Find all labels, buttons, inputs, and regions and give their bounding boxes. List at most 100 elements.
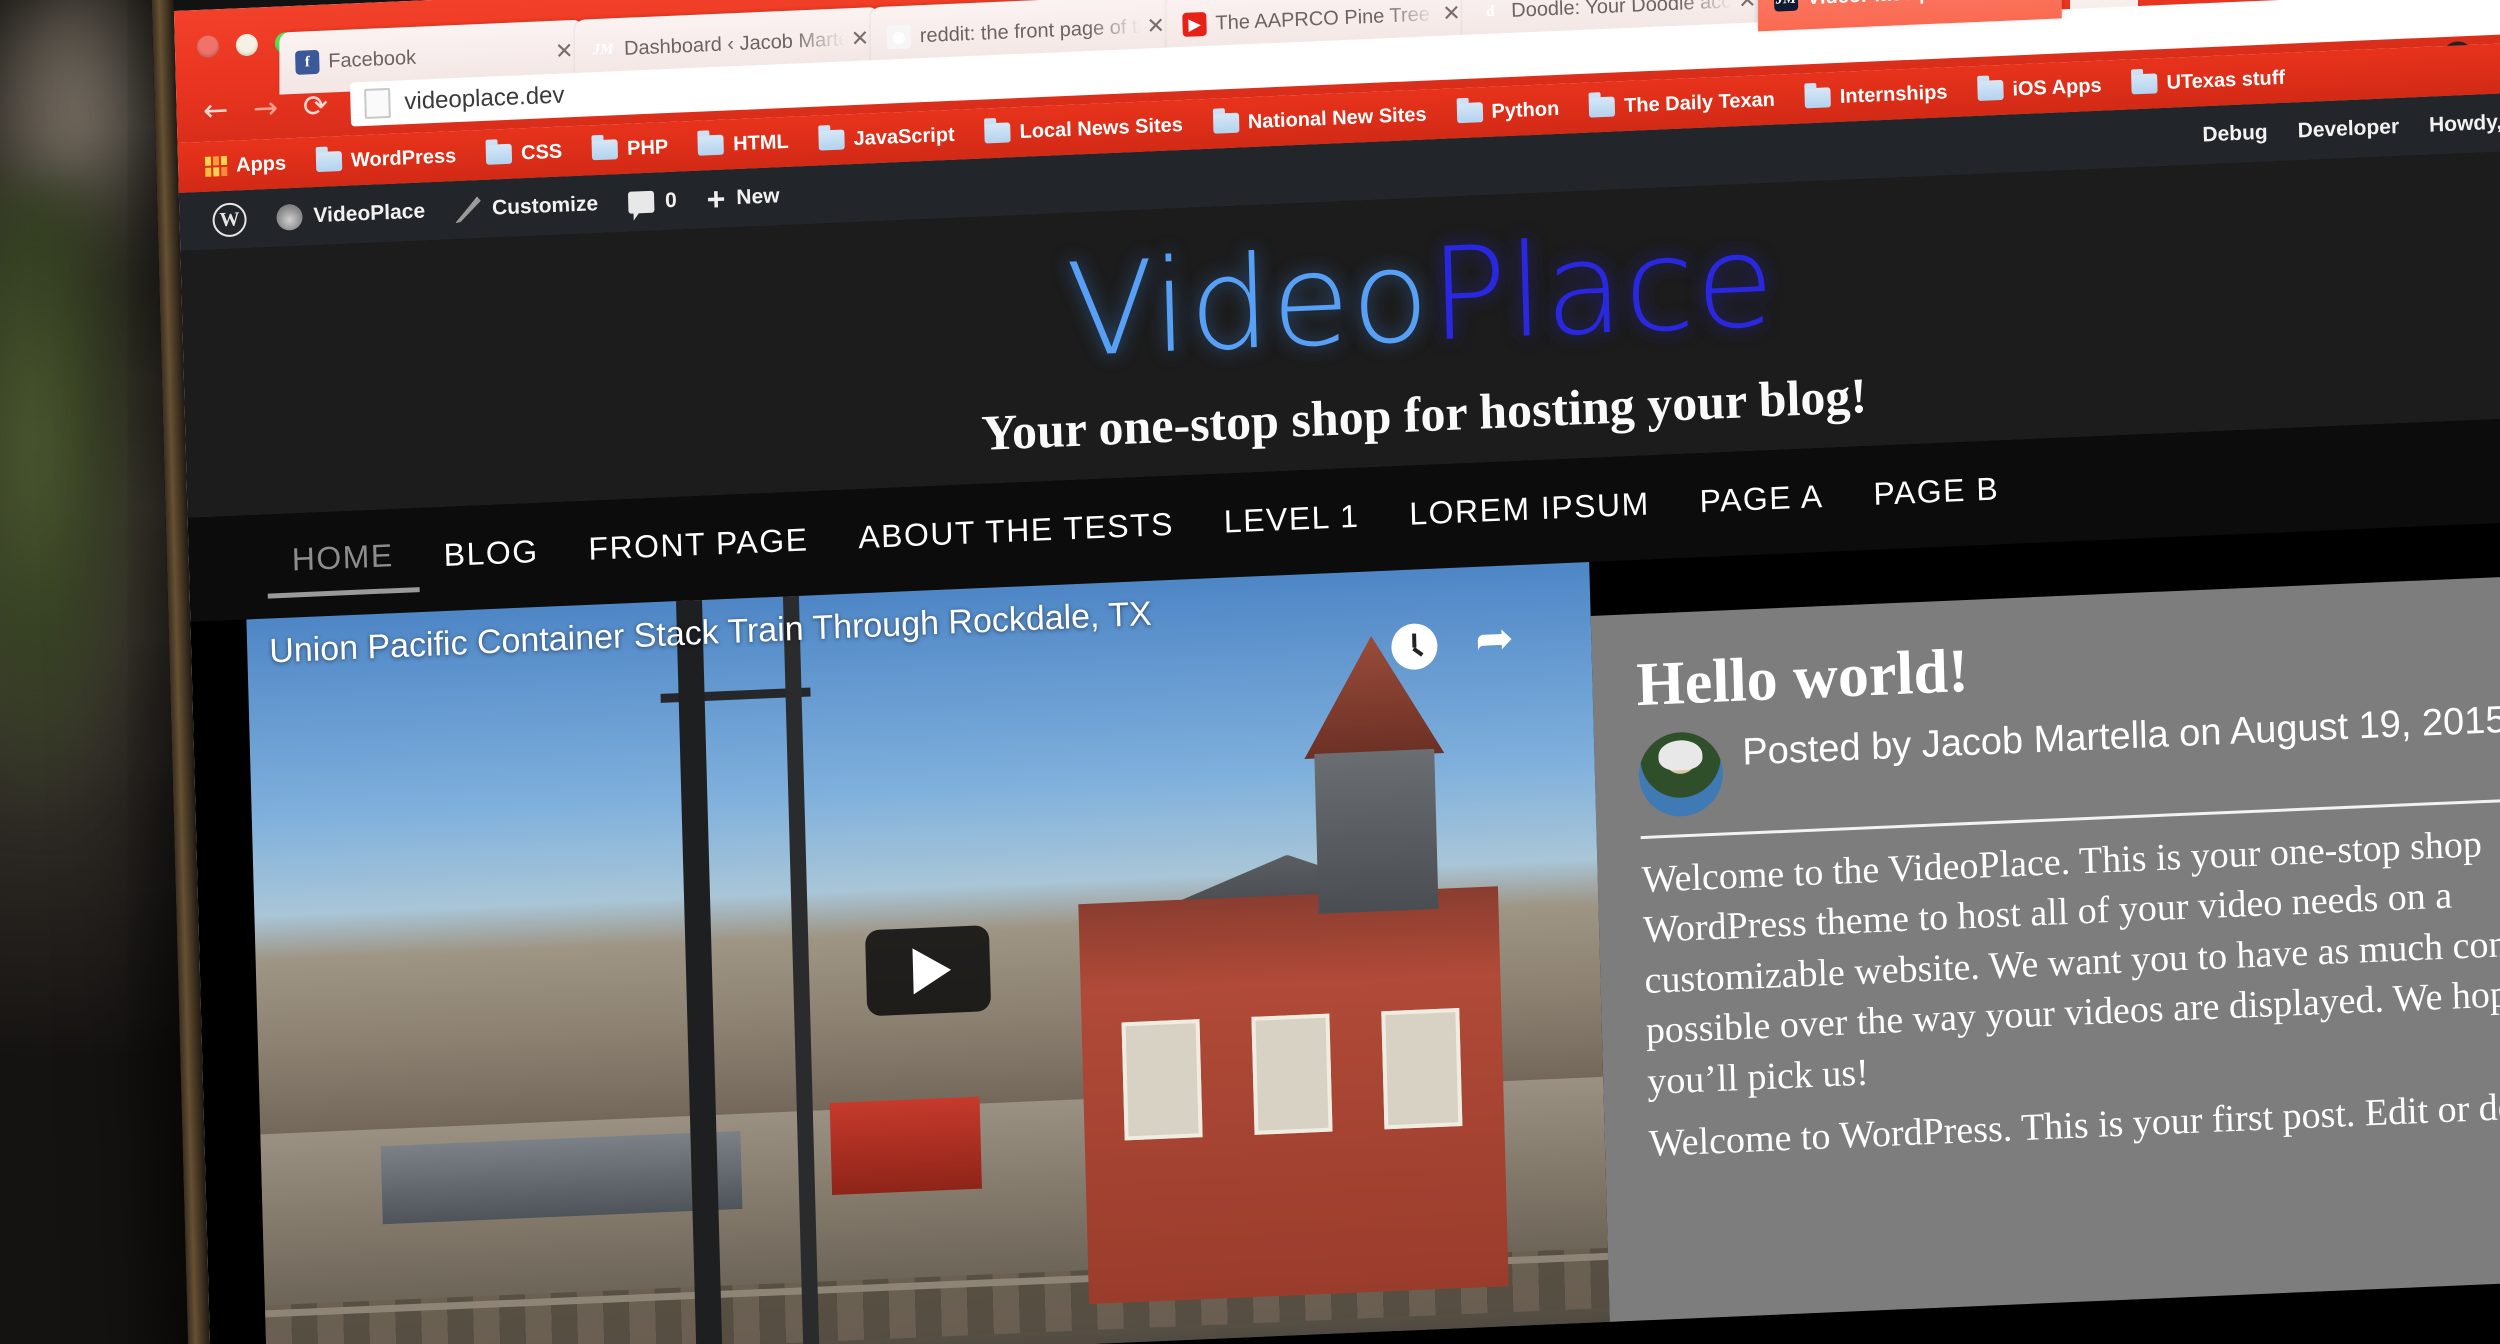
page-info-icon[interactable] <box>364 87 391 119</box>
post-title[interactable]: Hello world! <box>1636 612 2500 718</box>
bookmark-national-new-sites[interactable]: National New Sites <box>1200 103 1440 136</box>
wp-developer-label: Developer <box>2297 115 2400 143</box>
post-paragraph: Welcome to the VideoPlace. This is your … <box>1641 822 2500 1103</box>
close-window-button[interactable] <box>196 35 220 59</box>
jm-icon: JM <box>592 40 614 58</box>
video-scene-window <box>1251 1013 1333 1135</box>
bookmark-label: The Daily Texan <box>1623 88 1776 117</box>
wordpress-icon: W <box>212 202 248 238</box>
wp-customize[interactable]: Customize <box>440 190 614 223</box>
nav-item-lorem-ipsum[interactable]: LOREM IPSUM <box>1384 478 1676 547</box>
bookmark-label: JavaScript <box>853 123 955 150</box>
nav-item-front-page[interactable]: FRONT PAGE <box>563 514 834 583</box>
wp-howdy-user[interactable]: Howdy, Jacob Marte <box>2414 104 2500 138</box>
close-tab-button[interactable]: ✕ <box>844 26 869 52</box>
bookmark-apps[interactable]: Apps <box>192 151 300 179</box>
video-scene-window <box>1121 1018 1203 1140</box>
share-arrow-icon[interactable]: ➦ <box>1474 610 1528 666</box>
bookmark-wordpress[interactable]: WordPress <box>303 144 470 174</box>
folder-icon <box>1588 96 1616 118</box>
apps-grid-icon <box>204 155 228 177</box>
play-button-icon[interactable] <box>864 924 992 1016</box>
wp-comment-count: 0 <box>664 188 678 213</box>
reddit-icon: ◉ <box>886 24 912 50</box>
close-tab-button[interactable]: ✕ <box>2027 0 2052 1</box>
plus-icon: + <box>706 180 726 218</box>
bookmark-label: WordPress <box>350 144 457 172</box>
post-body: Welcome to the VideoPlace. This is your … <box>1641 813 2500 1170</box>
nav-item-home[interactable]: HOME <box>266 529 420 599</box>
wp-new-label: New <box>736 184 780 210</box>
background-plant <box>0 180 150 820</box>
video-scene-tower <box>1314 748 1439 914</box>
nav-item-level-1[interactable]: LEVEL 1 <box>1198 491 1385 556</box>
bookmark-php[interactable]: PHP <box>579 135 682 162</box>
wp-howdy-label: Howdy, Jacob Marte <box>2428 105 2500 137</box>
video-player[interactable]: Union Pacific Container Stack Train Thro… <box>246 561 1610 1344</box>
bookmark-label: Python <box>1491 97 1560 123</box>
wp-site-name[interactable]: VideoPlace <box>261 198 440 232</box>
laptop-screen: f Facebook ✕ JM Dashboard ‹ Jacob Martel… <box>150 0 2500 1344</box>
bookmark-label: CSS <box>520 140 563 164</box>
wp-new[interactable]: + New <box>691 180 795 218</box>
minimize-window-button[interactable] <box>235 33 259 57</box>
video-scene-boxcar <box>829 1096 982 1195</box>
wp-logo-menu[interactable]: W <box>197 201 262 238</box>
wp-developer[interactable]: Developer <box>2282 114 2414 144</box>
bookmark-css[interactable]: CSS <box>473 140 576 167</box>
close-tab-button[interactable]: ✕ <box>548 39 573 65</box>
video-scene-train <box>380 1130 743 1224</box>
nav-item-blog[interactable]: BLOG <box>418 526 564 589</box>
site-title-part1: Video <box>1064 221 1433 387</box>
bookmark-local-news-sites[interactable]: Local News Sites <box>971 113 1196 146</box>
main-content: Union Pacific Container Stack Train Thro… <box>190 515 2500 1344</box>
video-scene-window <box>1381 1007 1463 1129</box>
site-title-part2: Place <box>1428 206 1778 371</box>
bookmark-label: Internships <box>1839 80 1948 108</box>
bookmark-label: Apps <box>235 151 287 177</box>
reload-icon[interactable]: ⟳ <box>290 88 341 125</box>
nav-item-page-a[interactable]: PAGE A <box>1674 471 1849 535</box>
bookmark-label: PHP <box>626 135 669 160</box>
bookmark-ios-apps[interactable]: iOS Apps <box>1964 74 2115 103</box>
folder-icon <box>315 150 343 173</box>
bookmark-internships[interactable]: Internships <box>1792 80 1961 110</box>
bookmark-label: iOS Apps <box>2012 74 2102 101</box>
folder-icon <box>591 139 619 161</box>
bookmark-python[interactable]: Python <box>1443 97 1572 125</box>
video-scene-depot <box>1078 885 1509 1304</box>
bookmark-javascript[interactable]: JavaScript <box>805 123 968 153</box>
folder-icon <box>1804 87 1832 109</box>
bookmark-html[interactable]: HTML <box>685 130 802 158</box>
bookmark-utexas-stuff[interactable]: UTexas stuff <box>2118 66 2298 97</box>
folder-icon <box>1456 102 1483 124</box>
wp-debug[interactable]: Debug <box>2187 120 2283 148</box>
video-column: Union Pacific Container Stack Train Thro… <box>246 561 1610 1344</box>
forward-icon[interactable]: → <box>240 90 291 127</box>
close-tab-button[interactable]: ✕ <box>1436 1 1461 27</box>
wp-site-name-label: VideoPlace <box>313 199 426 228</box>
videoplace-icon: JM <box>1773 0 1799 12</box>
bookmark-the-daily-texan[interactable]: The Daily Texan <box>1576 88 1788 120</box>
nav-item-about-the-tests[interactable]: ABOUT THE TESTS <box>833 499 1200 572</box>
folder-icon <box>697 134 725 156</box>
folder-icon <box>485 143 513 165</box>
photo-background: f Facebook ✕ JM Dashboard ‹ Jacob Martel… <box>0 0 2500 1344</box>
clock-icon[interactable] <box>1390 622 1439 671</box>
folder-icon <box>1977 79 2004 102</box>
bookmark-label: Local News Sites <box>1019 113 1184 143</box>
close-tab-button[interactable]: ✕ <box>1731 0 1756 14</box>
wp-debug-label: Debug <box>2202 120 2268 147</box>
facebook-icon: f <box>295 49 320 75</box>
wp-comments[interactable]: 0 <box>613 188 692 215</box>
nav-item-page-b[interactable]: PAGE B <box>1848 463 2025 528</box>
bookmark-label: HTML <box>732 130 789 155</box>
bookmark-label: National New Sites <box>1247 103 1427 133</box>
back-icon[interactable]: ← <box>190 92 241 129</box>
doodle-icon: d <box>1485 3 1495 20</box>
folder-icon <box>2131 73 2158 95</box>
bookmark-label: UTexas stuff <box>2166 66 2286 94</box>
close-tab-button[interactable]: ✕ <box>1140 13 1165 39</box>
page-content: W VideoPlace Customize 0 + New Debug Dev… <box>178 87 2500 1344</box>
youtube-icon: ▶ <box>1182 11 1207 37</box>
